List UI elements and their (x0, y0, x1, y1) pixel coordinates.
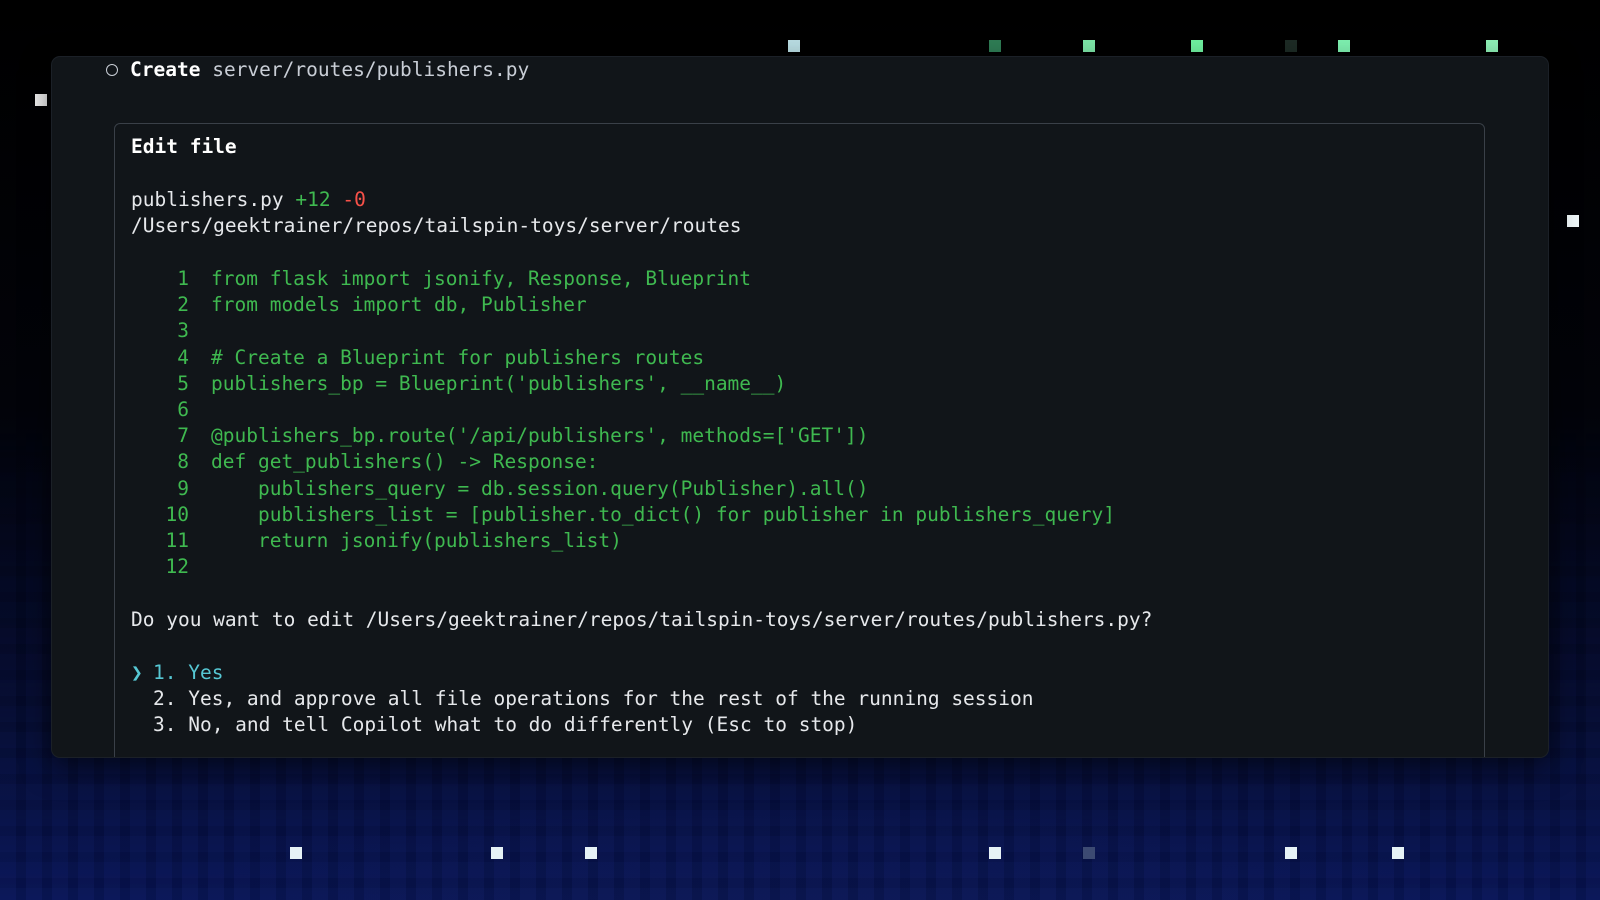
code-line: 4 # Create a Blueprint for publishers rou… (131, 345, 704, 371)
code-text: def get_publishers() -> Response: (211, 450, 599, 474)
option-yes-approve-all[interactable]: 2. Yes, and approve all file operations … (131, 686, 1034, 712)
code-text: return jsonify(publishers_list) (211, 529, 622, 552)
file-directory: /Users/geektrainer/repos/tailspin-toys/s… (131, 214, 742, 237)
decor-pixel (1285, 40, 1297, 52)
decor-pixel (989, 847, 1001, 859)
decor-pixel (585, 847, 597, 859)
task-line: Create server/routes/publishers.py (106, 57, 529, 83)
file-summary: publishers.py +12 -0 (131, 187, 366, 213)
decor-pixel (1083, 847, 1095, 859)
code-text: from models import db, Publisher (211, 293, 587, 317)
line-number: 7 (177, 424, 189, 448)
decor-pixel (1567, 215, 1579, 227)
line-number: 3 (177, 319, 189, 343)
line-number: 2 (177, 293, 189, 317)
decor-pixel (290, 847, 302, 859)
decor-pixel (35, 94, 47, 106)
option-yes[interactable]: ❯ 1. Yes (131, 660, 223, 686)
code-line: 3 (131, 318, 211, 344)
code-line: 6 (131, 397, 211, 423)
pending-circle-icon (106, 64, 118, 76)
code-text: publishers_query = db.session.query(Publ… (211, 476, 869, 500)
decor-pixel (1285, 847, 1297, 859)
line-number: 9 (177, 476, 189, 500)
line-number: 11 (165, 529, 189, 552)
code-line: 12 (131, 554, 211, 580)
decor-pixel (989, 40, 1001, 52)
line-number: 8 (177, 450, 189, 474)
code-line: 11 return jsonify(publishers_list) (131, 528, 622, 554)
code-text: publishers_bp = Blueprint('publishers', … (211, 371, 787, 395)
lines-removed-count: -0 (342, 188, 366, 211)
code-line: 10 publishers_list = [publisher.to_dict(… (131, 502, 1115, 528)
decor-pixel (788, 40, 800, 52)
decor-pixel (1392, 847, 1404, 859)
code-text: @publishers_bp.route('/api/publishers', … (211, 424, 869, 448)
option-label: 2. Yes, and approve all file operations … (153, 687, 1034, 710)
code-line: 5 publishers_bp = Blueprint('publishers',… (131, 371, 786, 397)
option-label: 1. Yes (153, 661, 224, 684)
option-no-tell-copilot[interactable]: 3. No, and tell Copilot what to do diffe… (131, 712, 857, 738)
lines-added-count: +12 (295, 188, 331, 211)
code-text: from flask import jsonify, Response, Blu… (211, 267, 752, 290)
decor-pixel (1191, 40, 1203, 52)
code-line: 9 publishers_query = db.session.query(Pu… (131, 476, 868, 502)
code-line: 1 from flask import jsonify, Response, Bl… (131, 266, 751, 292)
edit-confirm-question: Do you want to edit /Users/geektrainer/r… (131, 608, 1153, 631)
decor-pixel (1083, 40, 1095, 52)
code-text: # Create a Blueprint for publishers rout… (211, 345, 705, 369)
file-name: publishers.py (131, 188, 284, 211)
code-line: 2 from models import db, Publisher (131, 292, 587, 318)
line-number: 5 (177, 371, 189, 395)
code-line: 7 @publishers_bp.route('/api/publishers',… (131, 423, 868, 449)
decor-pixel (1338, 40, 1350, 52)
panel-title: Edit file (131, 135, 237, 158)
selection-caret-icon: ❯ (131, 661, 143, 684)
edit-file-panel: Edit file publishers.py +12 -0 /Users/ge… (114, 123, 1485, 757)
line-number: 6 (177, 398, 189, 421)
task-action: Create (130, 58, 201, 81)
line-number: 4 (177, 345, 189, 369)
option-label: 3. No, and tell Copilot what to do diffe… (153, 713, 858, 736)
code-text: publishers_list = [publisher.to_dict() f… (211, 502, 1115, 526)
line-number: 10 (165, 502, 189, 526)
code-line: 8 def get_publishers() -> Response: (131, 449, 598, 475)
line-number: 12 (165, 555, 189, 579)
decor-pixel (491, 847, 503, 859)
terminal-window: Create server/routes/publishers.py Edit … (52, 57, 1548, 757)
task-path: server/routes/publishers.py (212, 58, 530, 81)
decor-pixel (1486, 40, 1498, 52)
line-number: 1 (177, 267, 189, 290)
